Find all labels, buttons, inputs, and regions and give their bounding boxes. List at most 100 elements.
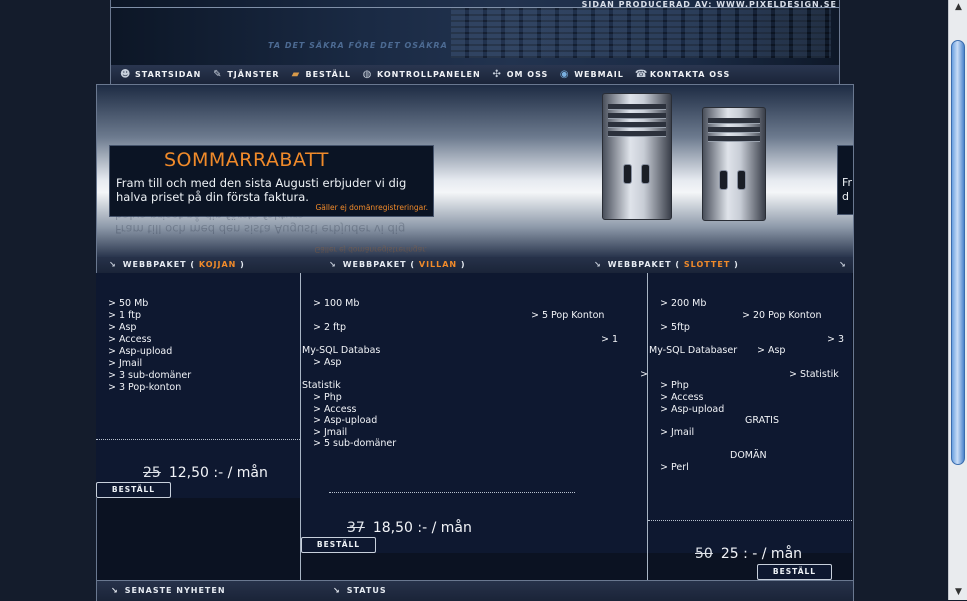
package-heading-next: ↘ xyxy=(839,260,853,269)
order-button-slottet[interactable]: BESTÄLL xyxy=(757,564,832,580)
feature-item: > 3 sub-domäner xyxy=(108,370,192,381)
promo-note: Gäller ej domänregistreringar. xyxy=(315,203,428,212)
arrow-down-right-icon: ↘ xyxy=(594,260,602,269)
server-tower-image xyxy=(602,93,672,220)
feature-item: > Asp-upload xyxy=(313,415,378,426)
summer-discount-box[interactable]: SOMMARRABATT Fram till och med den sista… xyxy=(109,145,434,217)
vertical-scrollbar[interactable]: ▲ ▼ xyxy=(948,0,967,600)
order-button-villan[interactable]: BESTÄLL xyxy=(301,537,376,553)
main-navigation: ☻ STARTSIDAN ✎ TJÄNSTER ▰ BESTÄLL ◍ KONT… xyxy=(110,65,840,85)
feature-item: > 50 Mb xyxy=(108,298,149,309)
column-divider xyxy=(300,273,301,580)
feature-item: > 1 xyxy=(601,334,619,345)
producer-credit[interactable]: SIDAN PRODUCERAD AV: WWW.PIXELDESIGN.SE xyxy=(582,0,837,9)
dotted-divider xyxy=(329,492,575,493)
package-heading-kojjan: ↘ WEBBPAKET ( KOJJAN ) xyxy=(109,260,245,269)
feature-item: > 100 Mb xyxy=(313,298,360,309)
header-equalizer-graphic xyxy=(451,8,831,58)
lock-icon: ◍ xyxy=(362,69,373,80)
price-villan: 37 18,50 :- / mån xyxy=(347,520,472,536)
nav-item-label: TJÄNSTER xyxy=(227,70,280,79)
nav-item-label: KONTAKTA OSS xyxy=(649,70,731,79)
feature-item: DOMÄN xyxy=(730,450,767,461)
feature-item: > 1 ftp xyxy=(108,310,141,321)
nav-item-label: STARTSIDAN xyxy=(135,70,202,79)
nav-item-label: KONTROLLPANELEN xyxy=(377,70,481,79)
feature-item: > 5ftp xyxy=(660,322,690,333)
second-promo-box[interactable]: Fr d xyxy=(837,145,853,215)
old-price: 37 xyxy=(347,520,365,536)
feature-item: > Perl xyxy=(660,462,689,473)
nav-item-tjanster[interactable]: ✎ TJÄNSTER xyxy=(212,69,279,80)
news-heading: ↘ SENASTE NYHETEN xyxy=(111,586,226,595)
scroll-up-button[interactable]: ▲ xyxy=(949,0,967,15)
feature-list-kojjan: > 50 Mb > 1 ftp > Asp > Access > Asp-upl… xyxy=(108,298,191,394)
nav-item-kontrollpanelen[interactable]: ◍ KONTROLLPANELEN xyxy=(362,69,481,80)
server-tower-image xyxy=(702,107,766,221)
arrow-down-right-icon: ↘ xyxy=(111,586,119,595)
promo-text: Fram till och med den sista Augusti erbj… xyxy=(116,176,407,204)
feature-item: > Asp-upload xyxy=(660,404,725,415)
package-heading-slottet: ↘ WEBBPAKET ( SLOTTET ) xyxy=(594,260,739,269)
feature-item: > Jmail xyxy=(108,358,143,369)
feature-item: My-SQL Databaser xyxy=(649,345,738,356)
column-divider xyxy=(647,273,648,580)
dotted-divider xyxy=(96,439,300,440)
column-scroll-arrow: > xyxy=(640,369,648,380)
arrow-down-right-icon: ↘ xyxy=(329,260,337,269)
dotted-divider xyxy=(648,520,852,521)
feature-item: > Access xyxy=(660,392,704,403)
feature-item: > 3 xyxy=(827,334,845,345)
nav-item-kontakta-oss[interactable]: ☎ KONTAKTA OSS xyxy=(635,69,730,80)
arrow-down-right-icon: ↘ xyxy=(109,260,117,269)
feature-item: > Asp xyxy=(108,322,137,333)
current-price: 18,50 :- / mån xyxy=(372,520,472,536)
current-price: 25 : - / mån xyxy=(720,546,803,562)
current-price: 12,50 :- / mån xyxy=(168,465,268,481)
feature-item: > Php xyxy=(313,392,342,403)
feature-item: > 3 Pop-konton xyxy=(108,382,182,393)
feature-item: > Jmail xyxy=(660,427,695,438)
feature-item: > Asp xyxy=(757,345,786,356)
feature-item: > 20 Pop Konton xyxy=(742,310,822,321)
nav-item-label: WEBMAIL xyxy=(574,70,624,79)
scroll-thumb[interactable] xyxy=(951,40,965,465)
feature-item: > 200 Mb xyxy=(660,298,707,309)
promo-title: SOMMARRABATT xyxy=(164,149,329,171)
price-kojjan: 25 12,50 :- / mån xyxy=(143,465,268,481)
bottom-section-bar: ↘ SENASTE NYHETEN ↘ STATUS xyxy=(96,580,854,601)
feature-item: > Asp xyxy=(313,357,342,368)
promo-reflection: Gäller ej domänregistreringar. Fram till… xyxy=(115,216,427,254)
nav-item-om-oss[interactable]: ✣ OM OSS xyxy=(492,69,549,80)
promo-banner: SOMMARRABATT Fram till och med den sista… xyxy=(96,84,854,259)
nav-item-webmail[interactable]: ◉ WEBMAIL xyxy=(559,69,624,80)
arrow-down-right-icon: ↘ xyxy=(333,586,341,595)
phone-icon: ☎ xyxy=(634,69,649,80)
arrow-down-right-icon: ↘ xyxy=(839,260,847,269)
globe-icon: ◉ xyxy=(559,69,570,80)
feature-item: > Php xyxy=(660,380,689,391)
feature-item: > Asp-upload xyxy=(108,346,173,357)
package-header-bar: ↘ WEBBPAKET ( KOJJAN ) ↘ WEBBPAKET ( VILLA… xyxy=(96,257,854,273)
status-heading: ↘ STATUS xyxy=(333,586,387,595)
price-slottet: 50 25 : - / mån xyxy=(695,546,802,562)
feature-item: > Access xyxy=(108,334,152,345)
feature-item: My-SQL Databas xyxy=(302,345,381,356)
feature-item: > 5 sub-domäner xyxy=(313,438,397,449)
nav-item-startsidan[interactable]: ☻ STARTSIDAN xyxy=(120,69,201,80)
grid-icon: ✣ xyxy=(492,69,502,80)
box-icon: ▰ xyxy=(291,69,301,80)
tools-icon: ✎ xyxy=(213,69,223,80)
feature-item: Statistik xyxy=(302,380,341,391)
scroll-down-button[interactable]: ▼ xyxy=(949,585,967,600)
old-price: 25 xyxy=(143,465,161,481)
package-heading-villan: ↘ WEBBPAKET ( VILLAN ) xyxy=(329,260,466,269)
old-price: 50 xyxy=(695,546,713,562)
order-button-kojjan[interactable]: BESTÄLL xyxy=(96,482,171,498)
nav-item-label: BESTÄLL xyxy=(305,70,352,79)
feature-item: GRATIS xyxy=(745,415,779,426)
feature-item: > 2 ftp xyxy=(313,322,346,333)
feature-item: > 5 Pop Konton xyxy=(531,310,605,321)
nav-item-bestall[interactable]: ▰ BESTÄLL xyxy=(290,69,351,80)
nav-item-label: OM OSS xyxy=(506,70,549,79)
